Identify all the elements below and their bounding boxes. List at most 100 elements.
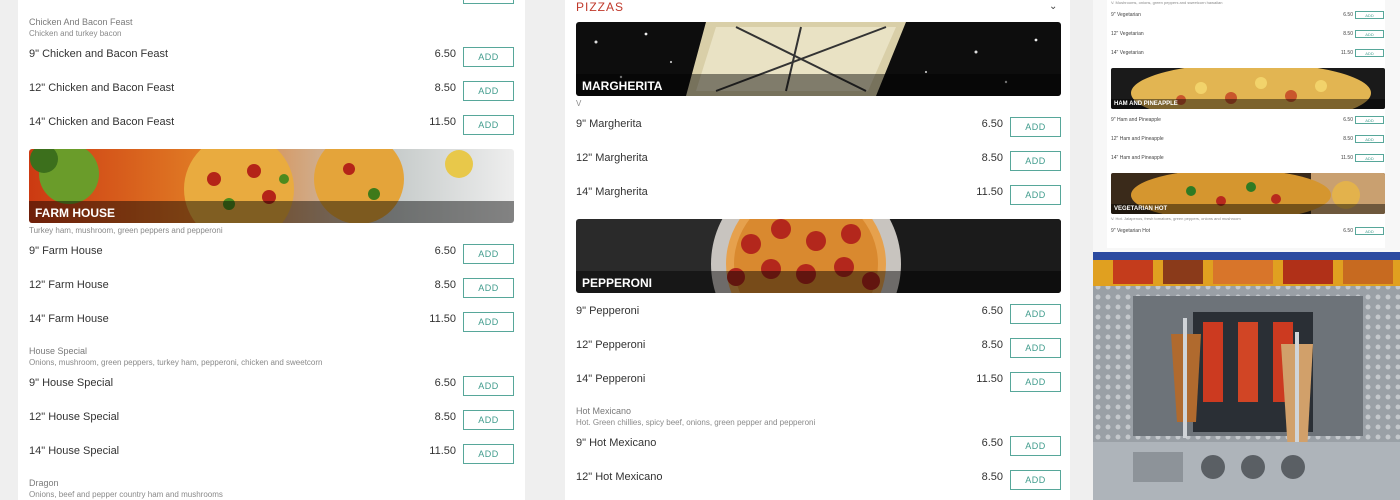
banner-label: MARGHERITA	[576, 74, 1061, 96]
item-name: 12" Pepperoni	[576, 339, 646, 351]
add-button[interactable]: ADD	[1355, 116, 1384, 124]
item-price: 6.50	[434, 48, 456, 60]
item-name: 12" Chicken and Bacon Feast	[29, 82, 175, 94]
add-button[interactable]: ADD	[1010, 338, 1061, 358]
add-button[interactable]: ADD	[463, 115, 514, 135]
kebab-grill-photo	[1093, 252, 1400, 500]
farm-house-banner: FARM HOUSE	[29, 149, 514, 223]
ham-pineapple-banner: HAM AND PINEAPPLE	[1111, 68, 1385, 109]
item-price: 11.50	[429, 313, 456, 325]
item-name: 12" Farm House	[29, 279, 109, 291]
section-title: House Special	[29, 346, 88, 356]
item-price: 11.50	[1340, 50, 1353, 56]
item-price: 8.50	[981, 152, 1003, 164]
kebab-grill-image	[1093, 252, 1400, 500]
item-name: 9" Margherita	[576, 118, 642, 130]
add-button-cut[interactable]	[463, 0, 514, 4]
item-name: 9" Vegetarian Hot	[1111, 228, 1151, 234]
item-name: 9" House Special	[29, 377, 114, 389]
add-button[interactable]: ADD	[1010, 151, 1061, 171]
add-button[interactable]: ADD	[1010, 185, 1061, 205]
item-name: 12" Vegetarian	[1111, 31, 1144, 37]
add-button[interactable]: ADD	[463, 244, 514, 264]
item-price: 11.50	[976, 373, 1003, 385]
item-price: 6.50	[1343, 228, 1353, 234]
add-button[interactable]: ADD	[463, 47, 514, 67]
pepperoni-banner: PEPPERONI	[576, 219, 1061, 293]
section-title: Dragon	[29, 478, 59, 488]
add-button[interactable]: ADD	[463, 81, 514, 101]
section-desc: Chicken and turkey bacon	[29, 29, 122, 38]
add-button[interactable]: ADD	[1010, 117, 1061, 137]
item-name: 14" Farm House	[29, 313, 109, 325]
item-name: 12" Hot Mexicano	[576, 471, 663, 483]
item-name: 14" Pepperoni	[576, 373, 646, 385]
add-button[interactable]: ADD	[463, 410, 514, 430]
banner-label: PEPPERONI	[576, 271, 1061, 293]
add-button[interactable]: ADD	[1355, 11, 1384, 19]
item-name: 14" Margherita	[576, 186, 648, 198]
item-name: 9" Pepperoni	[576, 305, 640, 317]
item-name: 14" Chicken and Bacon Feast	[29, 116, 175, 128]
item-name: 9" Farm House	[29, 245, 103, 257]
item-price: 6.50	[1343, 12, 1353, 18]
add-button[interactable]: ADD	[1010, 304, 1061, 324]
section-desc: V. Hot. Jalapenos, fresh tomatoes, green…	[1111, 216, 1241, 221]
item-price: 6.50	[434, 245, 456, 257]
item-price: 11.50	[429, 116, 456, 128]
item-price: 6.50	[434, 377, 456, 389]
add-button[interactable]: ADD	[1355, 227, 1384, 235]
section-desc: Turkey ham, mushroom, green peppers and …	[29, 226, 223, 235]
item-price: 8.50	[434, 82, 456, 94]
section-desc: V. Mushrooms, onions, green peppers and …	[1111, 0, 1223, 5]
item-price: 8.50	[981, 339, 1003, 351]
add-button[interactable]: ADD	[463, 376, 514, 396]
item-name: 9" Ham and Pineapple	[1111, 117, 1161, 123]
chevron-down-icon[interactable]: ⌄	[1049, 1, 1057, 12]
item-name: 14" House Special	[29, 445, 120, 457]
add-button[interactable]: ADD	[1010, 436, 1061, 456]
add-button[interactable]: ADD	[1355, 154, 1384, 162]
add-button[interactable]: ADD	[1355, 30, 1384, 38]
item-price: 8.50	[1343, 136, 1353, 142]
menu-panel-left: Chicken And Bacon Feast Chicken and turk…	[18, 0, 525, 500]
section-title: Hot Mexicano	[576, 406, 632, 416]
item-name: 9" Vegetarian	[1111, 12, 1141, 18]
section-title: Chicken And Bacon Feast	[29, 17, 133, 27]
item-price: 6.50	[981, 118, 1003, 130]
margherita-banner: MARGHERITA	[576, 22, 1061, 96]
item-price: 8.50	[981, 471, 1003, 483]
item-name: 9" Chicken and Bacon Feast	[29, 48, 169, 60]
add-button[interactable]: ADD	[1355, 135, 1384, 143]
add-button[interactable]: ADD	[463, 444, 514, 464]
section-desc: Onions, beef and pepper country ham and …	[29, 490, 223, 499]
item-price: 8.50	[1343, 31, 1353, 37]
item-name: 12" House Special	[29, 411, 120, 423]
item-price: 6.50	[1343, 117, 1353, 123]
menu-panel-right: V. Mushrooms, onions, green peppers and …	[1093, 0, 1400, 500]
menu-panel-middle: PIZZAS ⌄ MARGHERITA V 9" Margherita 6.50…	[565, 0, 1070, 500]
item-price: 8.50	[434, 411, 456, 423]
add-button[interactable]: ADD	[1355, 49, 1384, 57]
item-name: 12" Margherita	[576, 152, 648, 164]
add-button[interactable]: ADD	[463, 278, 514, 298]
section-desc: Onions, mushroom, green peppers, turkey …	[29, 358, 323, 367]
section-desc: V	[576, 99, 582, 108]
item-name: 14" Ham and Pineapple	[1111, 155, 1164, 161]
add-button[interactable]: ADD	[463, 312, 514, 332]
mini-menu-screenshot: V. Mushrooms, onions, green peppers and …	[1107, 0, 1385, 248]
item-price: 11.50	[1340, 155, 1353, 161]
item-name: 12" Ham and Pineapple	[1111, 136, 1164, 142]
category-title: PIZZAS	[576, 0, 625, 14]
add-button[interactable]: ADD	[1010, 372, 1061, 392]
item-price: 11.50	[429, 445, 456, 457]
item-name: 14" Vegetarian	[1111, 50, 1144, 56]
banner-label: HAM AND PINEAPPLE	[1111, 99, 1385, 109]
item-name: 9" Hot Mexicano	[576, 437, 657, 449]
item-price: 11.50	[976, 186, 1003, 198]
banner-label: VEGETARIAN HOT	[1111, 204, 1385, 214]
item-price: 6.50	[981, 305, 1003, 317]
add-button[interactable]: ADD	[1010, 470, 1061, 490]
item-price: 6.50	[981, 437, 1003, 449]
section-desc: Hot. Green chillies, spicy beef, onions,…	[576, 418, 816, 427]
